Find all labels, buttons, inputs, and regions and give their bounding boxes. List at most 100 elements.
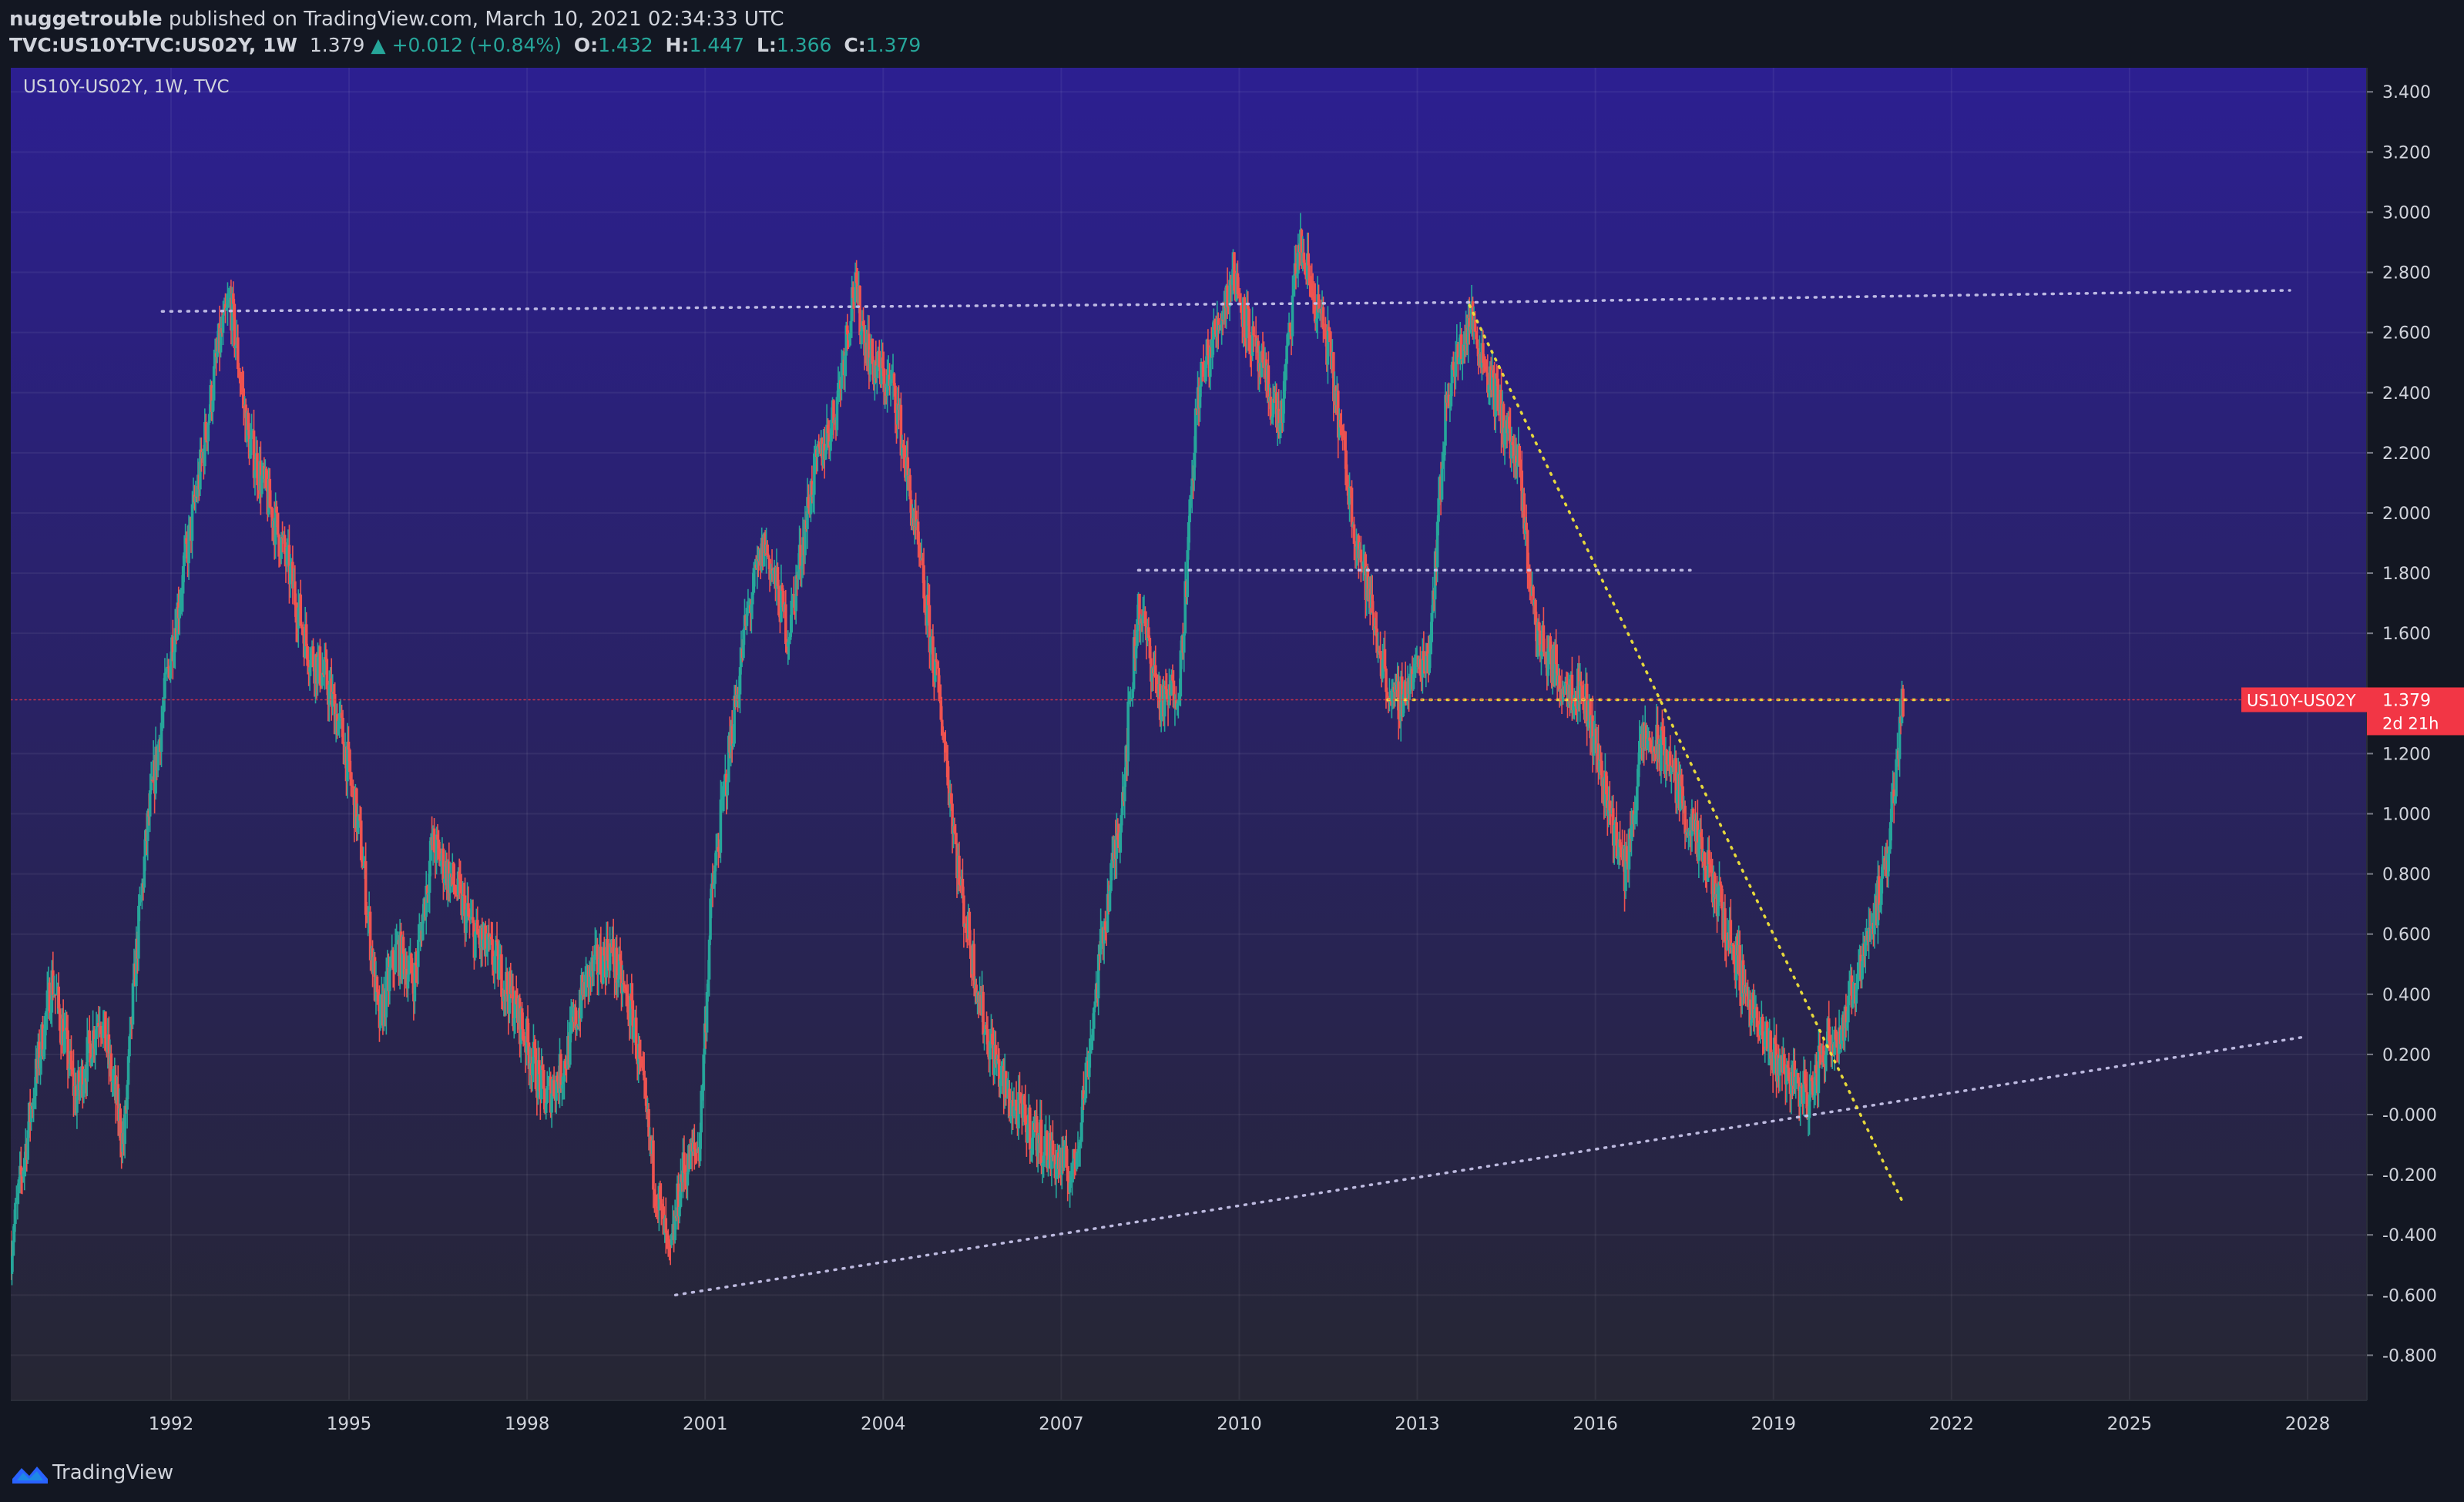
candle-body <box>707 939 711 980</box>
candle-body <box>275 506 278 513</box>
open-label: O: <box>573 34 599 56</box>
candle-body <box>1525 522 1528 531</box>
candle-body <box>1475 339 1479 349</box>
candle-body <box>1359 549 1363 563</box>
candle-body <box>131 983 135 1025</box>
candle-body <box>1051 1140 1055 1158</box>
candle-body <box>95 1026 98 1039</box>
candle-body <box>1383 649 1387 669</box>
candle-body <box>190 504 194 541</box>
y-tick-label: 0.600 <box>2382 926 2431 945</box>
candle-body <box>417 940 420 967</box>
y-tick-label: -0.400 <box>2382 1226 2437 1246</box>
candle-body <box>394 944 397 973</box>
y-tick-label: 0.800 <box>2382 866 2431 885</box>
candle-body <box>652 1140 655 1190</box>
candle-body <box>1902 689 1905 717</box>
candle-body <box>714 850 718 866</box>
candle-body <box>666 1235 670 1240</box>
candle-body <box>276 512 280 535</box>
candle-body <box>1252 326 1255 336</box>
chart-title: US10Y-US02Y, 1W, TVC <box>23 77 230 97</box>
candle-body <box>962 895 965 927</box>
candle-body <box>206 423 210 441</box>
ohlc-line: TVC:US10Y-TVC:US02Y, 1W 1.379 ▲ +0.012 (… <box>9 32 921 59</box>
candle-body <box>1350 488 1354 527</box>
x-tick-label: 2013 <box>1395 1414 1440 1434</box>
footer: TradingView <box>0 1445 2464 1502</box>
price-tag-value: 1.379 <box>2382 691 2431 710</box>
plot-background <box>11 68 2367 1400</box>
chart-header: nuggetrouble published on TradingView.co… <box>0 0 2464 65</box>
symbol-label[interactable]: TVC:US10Y-TVC:US02Y, 1W <box>9 34 297 56</box>
candle-body <box>726 782 730 796</box>
candle-body <box>693 1142 697 1150</box>
author-name[interactable]: nuggetrouble <box>9 8 163 31</box>
price-change: ▲ +0.012 (+0.84%) <box>371 34 562 56</box>
close-value: 1.379 <box>865 34 921 56</box>
published-text: published on TradingView.com, March 10, … <box>168 8 784 31</box>
x-tick-label: 2007 <box>1039 1414 1084 1434</box>
x-tick-label: 2016 <box>1573 1414 1618 1434</box>
x-tick-label: 1998 <box>505 1414 550 1434</box>
candle-body <box>1558 676 1561 691</box>
candle-body <box>128 1036 131 1057</box>
candle-body <box>299 594 303 626</box>
tradingview-logo-icon[interactable] <box>11 1462 49 1485</box>
candle-body <box>169 659 173 679</box>
y-tick-label: 3.400 <box>2382 83 2431 102</box>
high-label: H: <box>665 34 690 56</box>
y-tick-label: 0.400 <box>2382 986 2431 1005</box>
candle-body <box>1182 633 1186 653</box>
close-label: C: <box>844 34 866 56</box>
candle-body <box>935 659 938 662</box>
price-chart[interactable]: 3.400 3.200 3.000 2.800 2.600 2.400 2.200 2.000… <box>11 68 2464 1445</box>
last-price: 1.379 <box>309 34 365 56</box>
y-tick-label: -0.600 <box>2382 1286 2437 1306</box>
candle-body <box>304 624 308 647</box>
candle-body <box>1440 468 1444 500</box>
candle-body <box>544 1102 548 1113</box>
candle-body <box>1285 345 1288 364</box>
low-label: L: <box>756 34 777 56</box>
tradingview-brand[interactable]: TradingView <box>52 1459 173 1487</box>
candle-body <box>1126 701 1130 762</box>
candle-body <box>341 717 344 744</box>
open-value: 1.432 <box>598 34 653 56</box>
price-tag-countdown: 2d 21h <box>2382 714 2439 733</box>
y-tick-label: -0.800 <box>2382 1346 2437 1366</box>
x-tick-label: 2004 <box>861 1414 906 1434</box>
y-tick-label: 1.200 <box>2382 745 2431 764</box>
x-tick-label: 2025 <box>2107 1414 2153 1434</box>
candle-body <box>14 1202 17 1225</box>
candle-body <box>1108 890 1112 911</box>
candle-body <box>784 604 787 645</box>
y-tick-label: -0.000 <box>2382 1106 2437 1125</box>
candle-body <box>474 931 477 958</box>
candle-body <box>221 315 225 334</box>
x-tick-label: 2001 <box>683 1414 728 1434</box>
x-tick-label: 1995 <box>327 1414 372 1434</box>
y-tick-label: 3.000 <box>2382 203 2431 223</box>
x-tick-label: 2022 <box>1929 1414 1975 1434</box>
y-tick-label: 2.800 <box>2382 264 2431 283</box>
y-tick-label: 3.200 <box>2382 143 2431 163</box>
x-tick-label: 1992 <box>149 1414 194 1434</box>
candle-body <box>163 672 166 699</box>
high-value: 1.447 <box>689 34 745 56</box>
x-tick-label: 2028 <box>2285 1414 2331 1434</box>
low-value: 1.366 <box>776 34 832 56</box>
candle-body <box>1636 786 1639 811</box>
x-tick-label: 2019 <box>1751 1414 1796 1434</box>
candle-body <box>767 555 770 559</box>
y-tick-label: 2.600 <box>2382 324 2431 344</box>
candle-body <box>212 366 216 401</box>
candle-body <box>660 1199 663 1205</box>
y-tick-label: 1.600 <box>2382 625 2431 644</box>
chart-area[interactable]: 3.400 3.200 3.000 2.800 2.600 2.400 2.200 2.000… <box>11 68 2464 1445</box>
y-tick-label: -0.200 <box>2382 1166 2437 1185</box>
y-tick-label: 1.800 <box>2382 565 2431 584</box>
y-tick-label: 2.400 <box>2382 384 2431 404</box>
publish-line: nuggetrouble published on TradingView.co… <box>9 6 784 32</box>
candle-body <box>1352 524 1356 545</box>
